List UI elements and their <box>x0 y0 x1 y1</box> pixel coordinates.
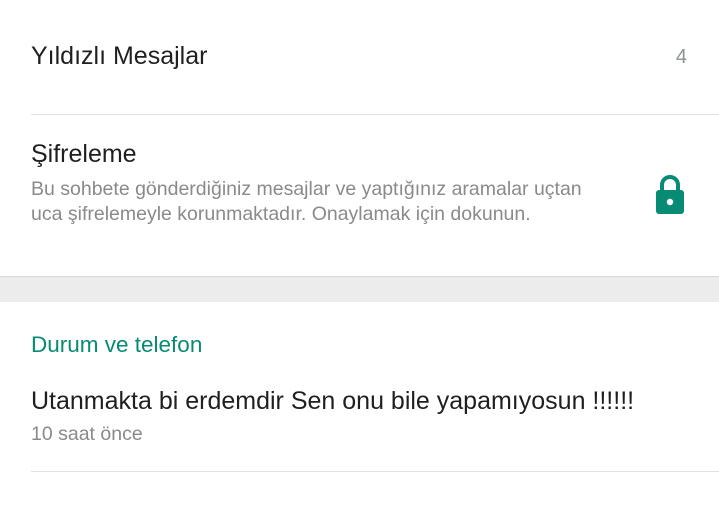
status-timestamp: 10 saat önce <box>31 423 143 445</box>
status-text: Utanmakta bi erdemdir Sen onu bile yapam… <box>31 387 635 415</box>
starred-messages-row[interactable]: Yıldızlı Mesajlar 4 <box>0 0 719 114</box>
section-separator <box>0 277 719 302</box>
encryption-title: Şifreleme <box>31 140 137 168</box>
starred-messages-count: 4 <box>675 46 687 68</box>
starred-messages-label: Yıldızlı Mesajlar <box>31 42 208 70</box>
chat-info-card: Yıldızlı Mesajlar 4 Şifreleme Bu sohbete… <box>0 0 719 277</box>
status-section-header: Durum ve telefon <box>31 332 203 357</box>
lock-icon <box>656 175 684 214</box>
status-row[interactable]: Utanmakta bi erdemdir Sen onu bile yapam… <box>0 372 719 472</box>
encryption-row[interactable]: Şifreleme Bu sohbete gönderdiğiniz mesaj… <box>0 115 719 276</box>
status-card: Durum ve telefon Utanmakta bi erdemdir S… <box>0 302 719 506</box>
encryption-description: Bu sohbete gönderdiğiniz mesajlar ve yap… <box>31 178 582 225</box>
divider <box>31 471 719 472</box>
